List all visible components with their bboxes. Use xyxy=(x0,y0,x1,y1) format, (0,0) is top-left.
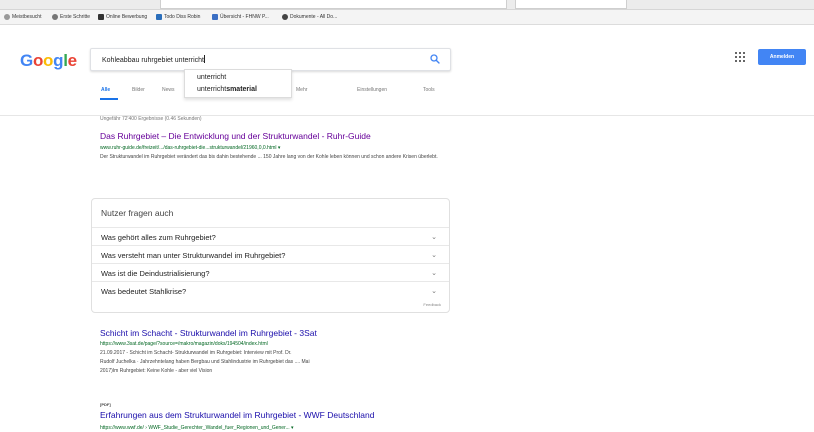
tab-images[interactable]: Bilder xyxy=(132,87,145,93)
result-snippet: Der Strukturwandel im Ruhrgebiet verände… xyxy=(100,154,438,160)
autocomplete-dropdown: unterricht unterrichtsmaterial xyxy=(184,69,292,98)
signin-button[interactable]: Anmelden xyxy=(758,49,806,65)
tab-news[interactable]: News xyxy=(162,87,175,93)
bookmark-item[interactable]: Erste Schritte xyxy=(52,14,90,20)
grid-icon xyxy=(98,14,104,20)
apps-grid-icon[interactable] xyxy=(735,52,745,62)
result-snippet: 21.09.2017 - Schicht im Schacht- Struktu… xyxy=(100,350,310,374)
browser-window: Meistbesucht Erste Schritte Online Bewer… xyxy=(0,0,814,432)
paa-question[interactable]: Was versteht man unter Strukturwandel im… xyxy=(92,245,449,264)
tab-tools[interactable]: Tools xyxy=(423,87,435,93)
search-icon[interactable] xyxy=(430,54,440,64)
board-icon xyxy=(156,14,162,20)
search-query[interactable]: Kohleabbau ruhrgebiet unterricht xyxy=(102,55,205,64)
paa-question[interactable]: Was bedeutet Stahlkrise? ⌄ xyxy=(92,281,449,300)
chevron-down-icon: ⌄ xyxy=(431,234,437,241)
bookmark-item[interactable]: Todo Diss Robin xyxy=(156,14,200,20)
bookmark-item[interactable]: Übersicht - FHNW P... xyxy=(212,14,269,20)
search-input[interactable]: Kohleabbau ruhrgebiet unterricht xyxy=(90,48,451,71)
list-icon xyxy=(212,14,218,20)
drive-icon xyxy=(282,14,288,20)
bookmark-item[interactable]: Dokumente - All Do... xyxy=(282,14,337,20)
active-tab-indicator xyxy=(100,98,118,100)
result-title-link[interactable]: Schicht im Schacht - Strukturwandel im R… xyxy=(100,328,317,338)
bookmarks-bar: Meistbesucht Erste Schritte Online Bewer… xyxy=(0,10,814,25)
feedback-link[interactable]: Feedback xyxy=(423,302,441,307)
globe-icon xyxy=(52,14,58,20)
chevron-down-icon: ⌄ xyxy=(431,288,437,295)
bookmark-item[interactable]: Meistbesucht xyxy=(4,14,41,20)
tab-all[interactable]: Alle xyxy=(101,87,110,93)
result-title-link[interactable]: Das Ruhrgebiet – Die Entwicklung und der… xyxy=(100,131,371,141)
result-url[interactable]: https://www.wwf.de/ › WWF_Studie_Gerecht… xyxy=(100,425,294,431)
gear-icon xyxy=(4,14,10,20)
chevron-down-icon: ⌄ xyxy=(431,270,437,277)
result-title-link[interactable]: Erfahrungen aus dem Strukturwandel im Ru… xyxy=(100,410,374,420)
suggestion-item[interactable]: unterricht xyxy=(197,74,226,81)
browser-toolbar xyxy=(0,0,814,10)
file-type-badge: [PDF] xyxy=(100,402,111,407)
text-caret xyxy=(203,55,205,63)
google-logo[interactable]: Google xyxy=(20,51,77,71)
people-also-ask-box: Nutzer fragen auch Was gehört alles zum … xyxy=(91,198,450,313)
result-url[interactable]: https://www.3sat.de/page/?source=/makro/… xyxy=(100,341,268,347)
paa-question[interactable]: Was ist die Deindustrialisierung? ⌄ xyxy=(92,263,449,282)
suggestion-item[interactable]: unterrichtsmaterial xyxy=(197,86,257,93)
paa-question[interactable]: Was gehört alles zum Ruhrgebiet? ⌄ xyxy=(92,227,449,246)
result-url[interactable]: www.ruhr-guide.de/freizeit/.../das-ruhrg… xyxy=(100,145,280,151)
chevron-down-icon: ⌄ xyxy=(431,252,437,259)
search-tabs: Alle Bilder News Mehr Einstellungen Tool… xyxy=(0,84,814,99)
search-header: Google Kohleabbau ruhrgebiet unterricht … xyxy=(0,25,814,116)
browser-search-field[interactable] xyxy=(515,0,627,9)
paa-heading: Nutzer fragen auch xyxy=(101,208,174,218)
tab-more[interactable]: Mehr xyxy=(296,87,307,93)
result-stats: Ungefähr 72'400 Ergebnisse (0.46 Sekunde… xyxy=(100,116,202,122)
address-bar[interactable] xyxy=(160,0,507,9)
bookmark-item[interactable]: Online Bewerbung xyxy=(98,14,147,20)
tab-settings[interactable]: Einstellungen xyxy=(357,87,387,93)
